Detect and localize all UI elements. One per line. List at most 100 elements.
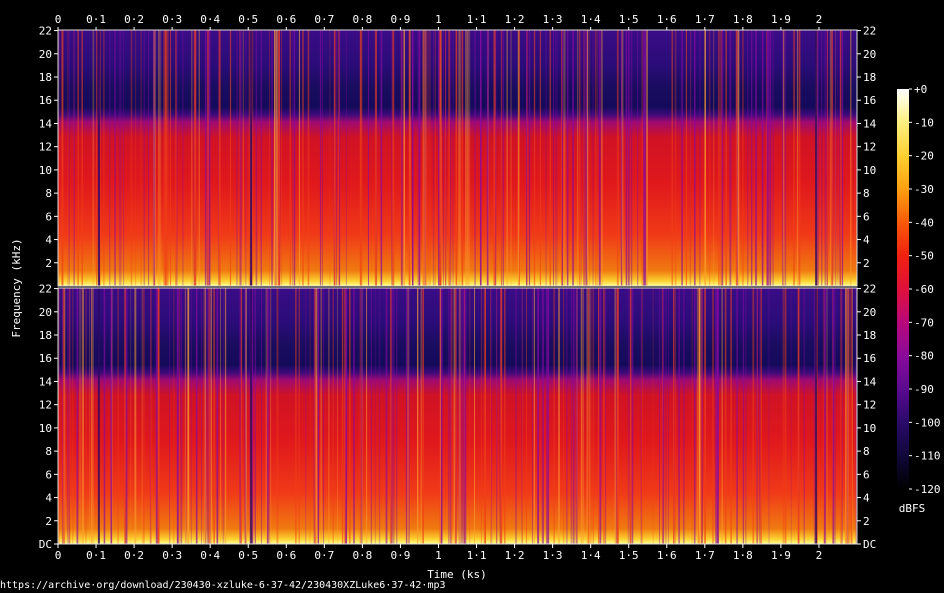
x-tick-label-bottom: 1·6 xyxy=(657,549,677,562)
y-tick-label-left: 22 xyxy=(39,283,52,296)
spectrogram-gap xyxy=(97,288,100,544)
y-tick-label-right: 12 xyxy=(863,399,876,412)
spectrogram-transient xyxy=(630,30,633,286)
spectrogram-transient xyxy=(92,288,94,544)
spectrogram-transient xyxy=(713,30,715,286)
spectrogram-transient xyxy=(157,288,159,544)
spectrogram-transient xyxy=(180,288,183,544)
spectrogram-transient xyxy=(696,288,699,544)
spectrogram-transient xyxy=(603,288,605,544)
spectrogram-transient xyxy=(148,30,150,286)
spectrogram-transient xyxy=(590,288,592,544)
spectrogram-transient xyxy=(450,288,453,544)
spectrogram-transient xyxy=(213,288,215,544)
spectrogram-transient xyxy=(124,288,126,544)
x-tick-label-bottom: 0·6 xyxy=(276,549,296,562)
x-tick-label-top: 0·2 xyxy=(124,13,144,26)
spectrogram-transient xyxy=(216,288,219,544)
spectrogram-transient xyxy=(766,30,767,286)
spectrogram-transient xyxy=(742,288,744,544)
spectrogram-transient xyxy=(793,30,795,286)
spectrogram-transient xyxy=(130,30,133,286)
spectrogram-transient xyxy=(704,30,706,286)
spectrogram-transient xyxy=(537,288,539,544)
spectrogram-transient xyxy=(834,30,836,286)
spectrogram-transient xyxy=(693,288,696,544)
spectrogram-transient xyxy=(831,30,833,286)
spectrogram-transient xyxy=(166,30,168,286)
spectrogram-transient xyxy=(190,288,192,544)
x-tick-label-bottom: 1·3 xyxy=(543,549,563,562)
spectrogram-transient xyxy=(772,30,774,286)
y-tick-label-left: 6 xyxy=(45,210,52,223)
y-tick-label-right: 10 xyxy=(863,422,876,435)
spectrogram-transient xyxy=(589,288,591,544)
spectrogram-transient xyxy=(594,30,596,286)
x-tick-label-bottom: 0·9 xyxy=(390,549,410,562)
spectrogram-transient xyxy=(203,288,204,544)
spectrogram-transient xyxy=(674,288,676,544)
y-tick-label-right: 16 xyxy=(863,94,876,107)
spectrogram-transient xyxy=(439,288,441,544)
spectrogram-transient xyxy=(191,30,193,286)
x-tick-label-top: 1·8 xyxy=(733,13,753,26)
spectrogram-transient xyxy=(637,30,639,286)
spectrogram-transient xyxy=(315,288,318,544)
x-tick-label-top: 2 xyxy=(816,13,823,26)
y-tick-label-left: 14 xyxy=(39,375,53,388)
spectrogram-transient xyxy=(169,288,171,544)
spectrogram-transient xyxy=(391,288,393,544)
colorbar-label: dBFS xyxy=(899,502,926,515)
spectrogram-transient xyxy=(729,30,732,286)
spectrogram-transient xyxy=(768,30,771,286)
spectrogram-transient xyxy=(366,288,368,544)
spectrogram-transient xyxy=(689,30,691,286)
spectrogram-transient xyxy=(319,30,322,286)
spectrogram-transient xyxy=(305,288,307,544)
spectrogram-transient xyxy=(67,30,69,286)
spectrogram-transient xyxy=(187,288,190,544)
spectrogram-transient xyxy=(589,30,591,286)
y-tick-label-right: 18 xyxy=(863,329,876,342)
spectrogram-transient xyxy=(592,288,594,544)
y-tick-label-right: 22 xyxy=(863,25,876,38)
spectrogram-transient xyxy=(185,288,187,544)
y-tick-label-left: 12 xyxy=(39,399,52,412)
spectrogram-transient xyxy=(836,30,838,286)
y-tick-label-left: 10 xyxy=(39,164,52,177)
x-tick-label-top: 0·4 xyxy=(200,13,220,26)
spectrogram-transient xyxy=(724,288,727,544)
spectrogram-transient xyxy=(499,288,501,544)
spectrogram-transient xyxy=(841,30,844,286)
y-tick-label-right: 20 xyxy=(863,48,876,61)
spectrogram-transient xyxy=(142,288,145,544)
x-tick-label-top: 0·7 xyxy=(314,13,334,26)
spectrogram-transient xyxy=(298,288,300,544)
x-tick-label-bottom: 1·9 xyxy=(771,549,791,562)
spectrogram-transient xyxy=(570,288,572,544)
spectrogram-transient xyxy=(67,288,69,544)
y-tick-label-left: 2 xyxy=(45,515,52,528)
spectrogram-transient xyxy=(329,30,331,286)
spectrogram-transient xyxy=(68,30,70,286)
colorbar-tick-label: -60 xyxy=(914,283,934,296)
y-tick-label-left: 22 xyxy=(39,25,52,38)
spectrogram-transient xyxy=(323,288,324,544)
spectrogram-transient xyxy=(245,30,247,286)
y-tick-label-left: 18 xyxy=(39,329,52,342)
spectrogram-transient xyxy=(496,288,498,544)
spectrogram-transient xyxy=(510,30,512,286)
spectrogram-transient xyxy=(359,30,362,286)
spectrogram-transient xyxy=(309,288,311,544)
spectrogram-transient xyxy=(798,30,801,286)
spectrogram-transient xyxy=(683,288,685,544)
spectrogram-transient xyxy=(730,288,732,544)
y-tick-label-right: 22 xyxy=(863,283,876,296)
spectrogram-transient xyxy=(103,288,106,544)
spectrogram-transient xyxy=(417,288,419,544)
spectrogram-transient xyxy=(662,288,665,544)
spectrogram-transient xyxy=(271,30,273,286)
x-tick-label-bottom: 1·5 xyxy=(619,549,639,562)
y-tick-label-right: 6 xyxy=(863,468,870,481)
spectrogram-transient xyxy=(583,30,586,286)
